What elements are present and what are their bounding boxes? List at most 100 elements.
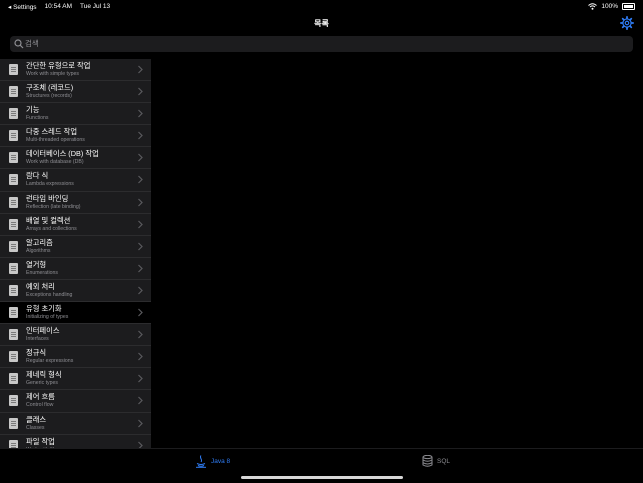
search-bar[interactable]: 검색 bbox=[10, 36, 633, 52]
page-title: 목록 bbox=[314, 19, 329, 28]
chevron-right-icon bbox=[138, 176, 143, 184]
list-item[interactable]: 다중 스레드 작업 Multi-threaded operations bbox=[0, 125, 151, 148]
list-item-title: 예외 처리 bbox=[26, 281, 55, 291]
chevron-right-icon bbox=[138, 308, 143, 317]
chevron-right-icon bbox=[138, 352, 143, 361]
list-item-subtitle: Initializing of types bbox=[26, 314, 69, 321]
tab-sql[interactable]: SQL bbox=[422, 455, 450, 467]
wifi-icon bbox=[588, 3, 598, 10]
document-icon bbox=[9, 152, 18, 164]
list-item[interactable]: 인터페이스 Interfaces bbox=[0, 324, 151, 347]
chevron-right-icon bbox=[138, 131, 143, 140]
document-icon bbox=[9, 218, 18, 230]
list-item[interactable]: 유형 초기화 Initializing of types bbox=[0, 302, 151, 325]
list-item-subtitle: Arrays and collections bbox=[26, 225, 77, 232]
list-item-subtitle: Work with database (DB) bbox=[26, 159, 84, 166]
chevron-right-icon bbox=[138, 242, 143, 251]
list-item[interactable]: 알고리즘 Algorithms bbox=[0, 236, 151, 258]
list-item-title: 인터페이스 bbox=[26, 326, 60, 336]
document-icon bbox=[9, 86, 18, 98]
list-item-subtitle: Regular expressions bbox=[26, 358, 74, 365]
list-item-title: 제네릭 형식 bbox=[26, 370, 62, 380]
list-item-subtitle: Exceptions handling bbox=[26, 291, 73, 298]
database-icon bbox=[422, 455, 433, 467]
list-item-title: 데이터베이스 (DB) 작업 bbox=[26, 149, 99, 159]
list-item-title: 제어 흐름 bbox=[26, 392, 55, 402]
list-item-title: 구조체 (레코드) bbox=[26, 83, 74, 93]
topic-list: 간단한 유형으로 작업 Work with simple types 구조체 (레코… bbox=[0, 59, 151, 448]
list-item-subtitle: Functions bbox=[26, 115, 49, 122]
chevron-right-icon bbox=[138, 286, 143, 295]
document-icon bbox=[9, 262, 18, 274]
document-icon bbox=[9, 439, 18, 448]
list-item[interactable]: 데이터베이스 (DB) 작업 Work with database (DB) bbox=[0, 147, 151, 170]
list-item[interactable]: 간단한 유형으로 작업 Work with simple types bbox=[0, 59, 151, 82]
chevron-right-icon bbox=[138, 419, 143, 427]
list-item[interactable]: 정규식 Regular expressions bbox=[0, 346, 151, 369]
list-item-title: 기능 bbox=[26, 105, 40, 115]
home-indicator bbox=[241, 476, 403, 479]
list-item-title: 클래스 bbox=[26, 414, 47, 424]
document-icon bbox=[9, 240, 18, 252]
chevron-right-icon bbox=[138, 65, 143, 74]
chevron-right-icon bbox=[138, 109, 143, 118]
chevron-right-icon bbox=[138, 264, 143, 273]
list-item-title: 다중 스레드 작업 bbox=[26, 127, 78, 137]
gear-icon[interactable] bbox=[620, 16, 634, 30]
list-item-title: 배열 및 컬렉션 bbox=[26, 215, 71, 225]
list-item[interactable]: 제네릭 형식 Generic types bbox=[0, 368, 151, 391]
list-item-title: 열거형 bbox=[26, 259, 47, 269]
document-icon bbox=[9, 329, 18, 341]
battery-percent: 100% bbox=[601, 3, 618, 10]
list-item[interactable]: 예외 처리 Exceptions handling bbox=[0, 280, 151, 303]
search-input[interactable]: 검색 bbox=[25, 36, 39, 52]
document-icon bbox=[9, 417, 18, 429]
status-bar: ◂ Settings 10:54 AM Tue Jul 13 100% bbox=[0, 0, 643, 13]
list-item[interactable]: 런타임 바인딩 Reflection (late binding) bbox=[0, 192, 151, 214]
chevron-right-icon bbox=[138, 198, 143, 206]
status-date: Tue Jul 13 bbox=[80, 3, 111, 10]
document-icon bbox=[9, 174, 18, 186]
java-icon bbox=[196, 455, 206, 468]
document-icon bbox=[9, 130, 18, 142]
document-icon bbox=[9, 108, 18, 120]
chevron-right-icon bbox=[138, 396, 143, 405]
list-item[interactable]: 배열 및 컬렉션 Arrays and collections bbox=[0, 214, 151, 236]
list-item-subtitle: Enumerations bbox=[26, 269, 59, 276]
tab-java[interactable]: Java 8 bbox=[195, 455, 230, 468]
list-item[interactable]: 구조체 (레코드) Structures (records) bbox=[0, 81, 151, 104]
list-item-subtitle: Classes bbox=[26, 424, 45, 431]
document-icon bbox=[9, 373, 18, 385]
tab-sql-label: SQL bbox=[437, 457, 451, 465]
list-item-subtitle: Algorithms bbox=[26, 247, 51, 254]
chevron-right-icon bbox=[138, 153, 143, 162]
chevron-right-icon bbox=[138, 441, 143, 448]
list-item-subtitle: Work with simple types bbox=[26, 71, 79, 77]
list-item-title: 알고리즘 bbox=[26, 237, 53, 247]
chevron-right-icon bbox=[138, 374, 143, 383]
tab-java-label: Java 8 bbox=[211, 458, 231, 465]
list-item-title: 람다 식 bbox=[26, 171, 49, 181]
list-item-subtitle: Lambda expressions bbox=[26, 181, 74, 188]
list-item[interactable]: 파일 작업Work with files bbox=[0, 435, 151, 448]
list-item-subtitle: Structures (records) bbox=[26, 93, 72, 100]
list-item[interactable]: 람다 식 Lambda expressions bbox=[0, 169, 151, 192]
list-item-title: 간단한 유형으로 작업 bbox=[26, 61, 91, 70]
navigation-bar: 목록 bbox=[0, 13, 643, 35]
list-item[interactable]: 열거형 Enumerations bbox=[0, 258, 151, 280]
list-item-subtitle: Interfaces bbox=[26, 336, 49, 343]
battery-icon bbox=[622, 3, 635, 10]
chevron-right-icon bbox=[138, 220, 143, 229]
list-item-title: 유형 초기화 bbox=[26, 304, 62, 314]
list-item-subtitle: Control flow bbox=[26, 402, 54, 409]
list-item-title: 런타임 바인딩 bbox=[26, 193, 69, 203]
back-to-settings[interactable]: ◂ Settings bbox=[8, 3, 37, 11]
list-item[interactable]: 제어 흐름 Control flow bbox=[0, 390, 151, 413]
list-item[interactable]: 기능 Functions bbox=[0, 103, 151, 126]
document-icon bbox=[9, 284, 18, 296]
list-item-title: 파일 작업 bbox=[26, 436, 55, 446]
list-item[interactable]: 클래스 Classes bbox=[0, 413, 151, 435]
search-icon bbox=[14, 39, 24, 49]
document-icon bbox=[9, 196, 18, 208]
document-icon bbox=[9, 307, 18, 319]
